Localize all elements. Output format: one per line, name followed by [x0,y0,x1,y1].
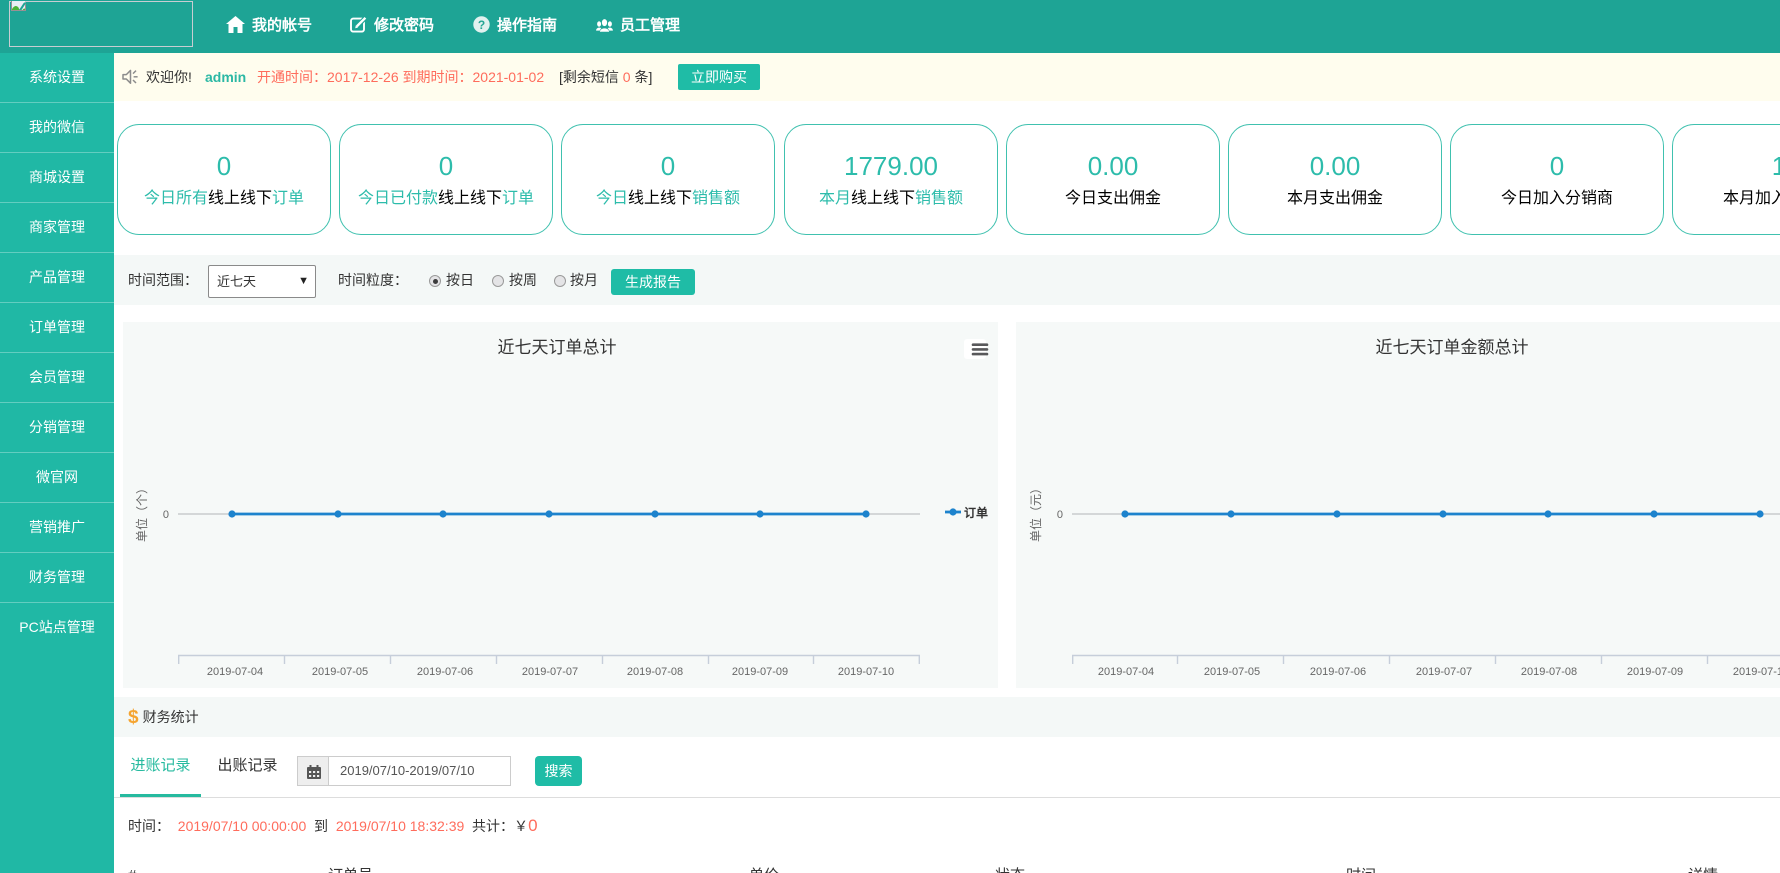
svg-text:2019-07-08: 2019-07-08 [1521,666,1577,678]
svg-text:订单: 订单 [964,505,988,520]
svg-text:0: 0 [1057,509,1063,521]
svg-text:?: ? [478,18,485,32]
svg-text:近七天订单总计: 近七天订单总计 [498,338,617,357]
svg-text:单位（元）: 单位（元） [1028,482,1043,542]
svg-text:2019-07-09: 2019-07-09 [732,666,788,678]
svg-text:2019-07-07: 2019-07-07 [522,666,578,678]
svg-text:2019-07-10: 2019-07-10 [838,666,894,678]
svg-text:2019-07-05: 2019-07-05 [312,666,368,678]
svg-text:2019-07-08: 2019-07-08 [627,666,683,678]
svg-text:0: 0 [163,509,169,521]
svg-text:2019-07-07: 2019-07-07 [1416,666,1472,678]
svg-text:近七天订单金额总计: 近七天订单金额总计 [1376,338,1529,357]
svg-text:2019-07-04: 2019-07-04 [207,666,263,678]
svg-text:单位（个）: 单位（个） [134,482,149,542]
svg-text:2019-07-06: 2019-07-06 [1310,666,1366,678]
svg-text:2019-07-06: 2019-07-06 [417,666,473,678]
svg-text:2019-07-09: 2019-07-09 [1627,666,1683,678]
svg-text:2019-07-04: 2019-07-04 [1098,666,1154,678]
svg-text:2019-07-10: 2019-07-10 [1733,666,1780,678]
svg-text:2019-07-05: 2019-07-05 [1204,666,1260,678]
